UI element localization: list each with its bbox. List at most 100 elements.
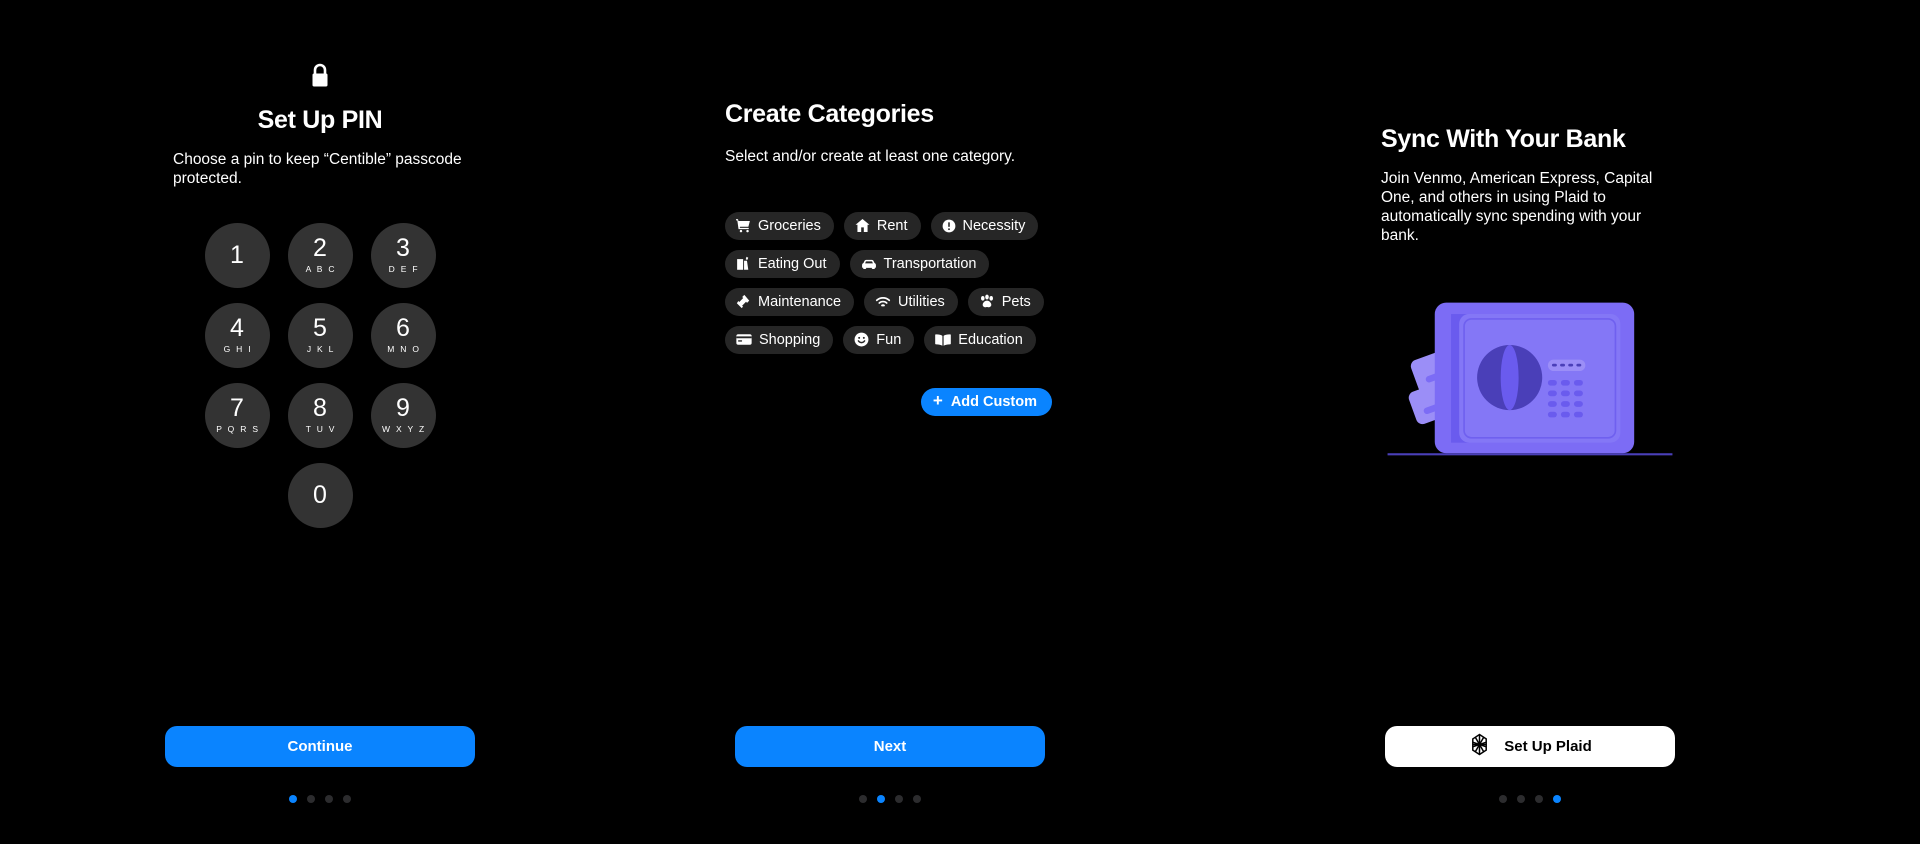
continue-button[interactable]: Continue (165, 726, 475, 767)
pagination-dot[interactable] (913, 795, 921, 803)
keypad-key-5[interactable]: 5 J K L (287, 302, 353, 368)
plus-icon: + (932, 391, 943, 411)
chip-label: Eating Out (758, 255, 827, 272)
chip-label: Rent (876, 217, 908, 234)
bank-bottom-bar: Set Up Plaid (1140, 726, 1920, 844)
key-number: 1 (230, 240, 244, 269)
category-chip-education[interactable]: Education (924, 325, 1036, 354)
keypad-key-7[interactable]: 7 P Q R S (204, 382, 270, 448)
pagination-dot[interactable] (1517, 795, 1525, 803)
screen-sync-with-bank: Sync With Your Bank Join Venmo, American… (1140, 0, 1920, 844)
screen-set-up-pin: Set Up PIN Choose a pin to keep “Centibl… (0, 0, 640, 844)
key-letters: G H I (223, 344, 253, 355)
pagination-dot[interactable] (307, 795, 315, 803)
page-title: Set Up PIN (257, 106, 383, 134)
keypad-key-1[interactable]: 1 (204, 222, 270, 288)
key-number: 3 (396, 234, 410, 263)
category-chip-transportation[interactable]: Transportation (849, 249, 990, 278)
pagination-dots-categories (859, 795, 921, 803)
pagination-dot[interactable] (877, 795, 885, 803)
category-chip-grid: Groceries Rent Necessity Eating Out Tran… (725, 211, 1055, 354)
key-number: 5 (313, 314, 327, 343)
chip-label: Maintenance (758, 293, 842, 310)
pagination-dot[interactable] (325, 795, 333, 803)
key-number: 6 (396, 314, 410, 343)
keypad-key-4[interactable]: 4 G H I (204, 302, 270, 368)
add-custom-row: + Add Custom (725, 387, 1055, 416)
pagination-dot[interactable] (859, 795, 867, 803)
category-chip-eating-out[interactable]: Eating Out (725, 249, 840, 278)
category-chip-utilities[interactable]: Utilities (864, 287, 958, 316)
category-chip-rent[interactable]: Rent (843, 211, 921, 240)
chip-row: Maintenance Utilities Pets (725, 287, 1055, 316)
next-button[interactable]: Next (735, 726, 1045, 767)
keypad-key-3[interactable]: 3 D E F (370, 222, 436, 288)
bank-vault-illustration (1381, 288, 1679, 463)
chip-label: Necessity (962, 217, 1026, 234)
set-up-plaid-button[interactable]: Set Up Plaid (1385, 726, 1675, 767)
key-number: 8 (313, 394, 327, 423)
pagination-dots-pin (289, 795, 351, 803)
pin-bottom-bar: Continue (0, 726, 640, 844)
categories-bottom-bar: Next (640, 726, 1140, 844)
keypad-key-8[interactable]: 8 T U V (287, 382, 353, 448)
pagination-dot[interactable] (289, 795, 297, 803)
category-chip-shopping[interactable]: Shopping (725, 325, 834, 354)
chip-label: Utilities (898, 293, 945, 310)
pagination-dot[interactable] (895, 795, 903, 803)
set-up-plaid-label: Set Up Plaid (1504, 738, 1592, 755)
key-letters: A B C (305, 264, 337, 275)
key-letters: D E F (388, 264, 420, 275)
smiley-face-icon (854, 332, 869, 347)
chip-label: Pets (1001, 293, 1031, 310)
chip-row: Eating Out Transportation (725, 249, 1055, 278)
keypad-key-2[interactable]: 2 A B C (287, 222, 353, 288)
onboarding-screens: Set Up PIN Choose a pin to keep “Centibl… (0, 0, 1920, 844)
pagination-dot[interactable] (343, 795, 351, 803)
screen-create-categories: Create Categories Select and/or create a… (640, 0, 1140, 844)
category-chip-necessity[interactable]: Necessity (930, 211, 1039, 240)
pagination-dot[interactable] (1499, 795, 1507, 803)
category-chip-groceries[interactable]: Groceries (725, 211, 834, 240)
add-custom-label: Add Custom (950, 393, 1037, 410)
category-chip-maintenance[interactable]: Maintenance (725, 287, 855, 316)
key-letters: J K L (306, 344, 336, 355)
chip-row: Groceries Rent Necessity (725, 211, 1055, 240)
key-letters: T U V (305, 424, 337, 435)
shopping-cart-icon (736, 218, 751, 233)
page-title: Create Categories (725, 100, 934, 128)
key-number: 2 (313, 234, 327, 263)
wifi-icon (875, 295, 891, 309)
chip-label: Shopping (759, 331, 821, 348)
key-number: 7 (230, 394, 244, 423)
book-icon (935, 333, 952, 347)
page-subtitle: Choose a pin to keep “Centible” passcode… (173, 151, 462, 187)
takeout-bag-icon (736, 256, 751, 271)
paw-icon (979, 294, 995, 309)
chip-row: Shopping Fun Education (725, 325, 1055, 354)
page-subtitle: Select and/or create at least one catego… (725, 148, 1016, 165)
key-number: 4 (230, 314, 244, 343)
page-subtitle: Join Venmo, American Express, Capital On… (1381, 170, 1653, 244)
credit-card-icon (736, 333, 752, 346)
pin-keypad: 1 2 A B C 3 D E F 4 G H I 5 J K L 6 M N … (196, 222, 445, 543)
keypad-key-6[interactable]: 6 M N O (370, 302, 436, 368)
keypad-key-9[interactable]: 9 W X Y Z (370, 382, 436, 448)
lock-icon (309, 62, 331, 90)
pagination-dot[interactable] (1553, 795, 1561, 803)
category-chip-fun[interactable]: Fun (843, 325, 915, 354)
add-custom-button[interactable]: + Add Custom (920, 387, 1052, 416)
key-number: 9 (396, 394, 410, 423)
key-letters: M N O (387, 344, 421, 355)
chip-label: Groceries (758, 217, 821, 234)
pagination-dot[interactable] (1535, 795, 1543, 803)
car-icon (861, 256, 877, 272)
page-title: Sync With Your Bank (1381, 125, 1626, 153)
hammer-icon (736, 294, 751, 309)
key-letters: W X Y Z (382, 424, 426, 435)
keypad-key-0[interactable]: 0 (287, 462, 353, 528)
keypad-zero-wrapper: 0 (287, 462, 353, 543)
key-letters: P Q R S (216, 424, 260, 435)
chip-label: Transportation (883, 255, 977, 272)
category-chip-pets[interactable]: Pets (967, 287, 1044, 316)
